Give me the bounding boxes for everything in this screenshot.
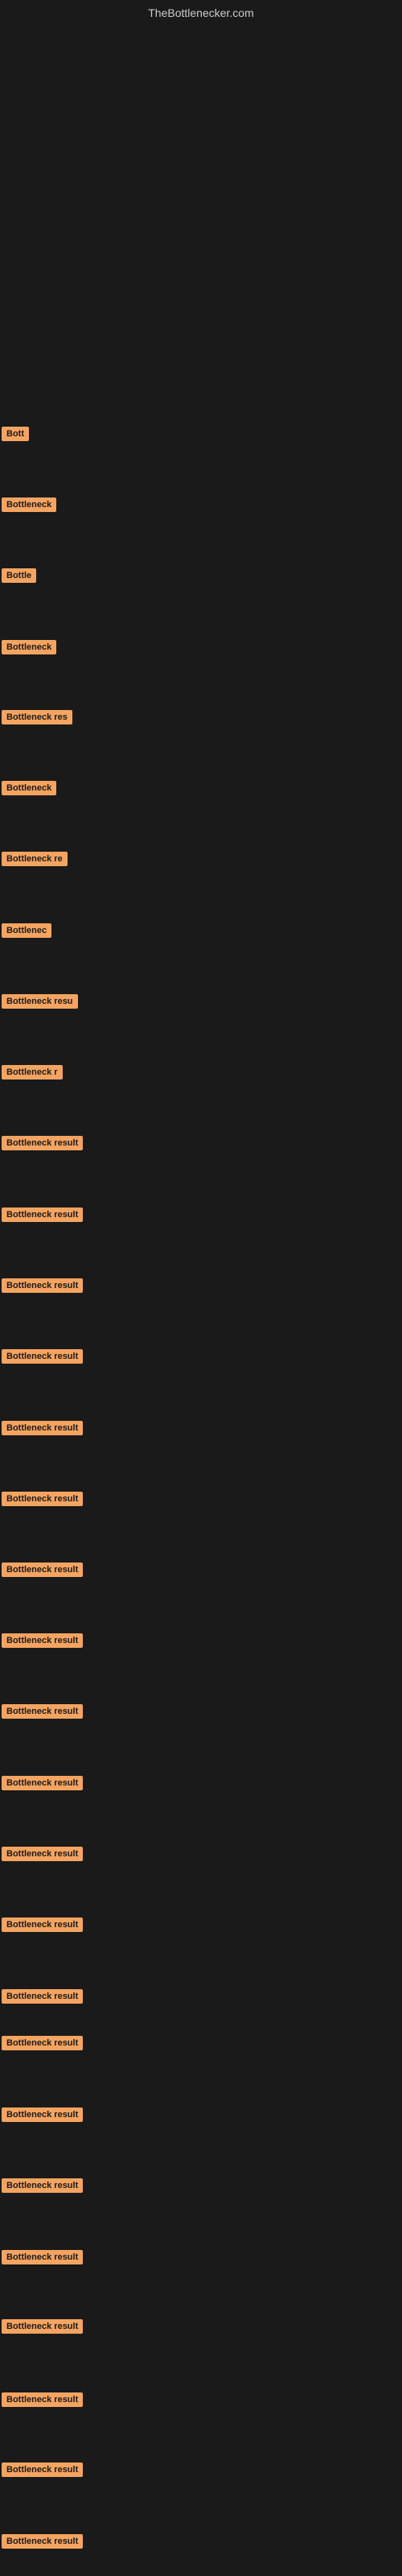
bottleneck-result-badge[interactable]: Bottleneck result <box>2 2392 83 2407</box>
bottleneck-result-badge[interactable]: Bottleneck <box>2 781 56 795</box>
bottleneck-badge-row: Bottleneck result <box>2 1563 83 1581</box>
bottleneck-result-badge[interactable]: Bottleneck result <box>2 1208 83 1222</box>
bottleneck-result-badge[interactable]: Bottleneck result <box>2 2107 83 2122</box>
bottleneck-result-badge[interactable]: Bottleneck result <box>2 2319 83 2334</box>
bottleneck-result-badge[interactable]: Bottleneck result <box>2 1136 83 1150</box>
bottleneck-badge-row: Bottleneck result <box>2 1776 83 1794</box>
bottleneck-result-badge[interactable]: Bottleneck resu <box>2 994 78 1009</box>
bottleneck-result-badge[interactable]: Bottleneck result <box>2 2250 83 2264</box>
bottleneck-result-badge[interactable]: Bottleneck result <box>2 1633 83 1648</box>
bottleneck-badge-row: Bottleneck result <box>2 1349 83 1368</box>
bottleneck-badge-row: Bottleneck res <box>2 710 72 729</box>
bottleneck-badge-row: Bottleneck result <box>2 2036 83 2054</box>
bottleneck-result-badge[interactable]: Bottleneck <box>2 497 56 512</box>
bottleneck-badge-row: Bott <box>2 427 29 445</box>
bottleneck-result-badge[interactable]: Bottlenec <box>2 923 51 938</box>
bottleneck-result-badge[interactable]: Bott <box>2 427 29 441</box>
bottleneck-badge-row: Bottleneck result <box>2 1208 83 1226</box>
bottleneck-badge-row: Bottleneck result <box>2 1136 83 1154</box>
bottleneck-result-badge[interactable]: Bottleneck result <box>2 1349 83 1364</box>
bottleneck-badge-row: Bottleneck result <box>2 2107 83 2126</box>
bottleneck-badge-row: Bottleneck re <box>2 852 68 870</box>
bottleneck-result-badge[interactable]: Bottleneck result <box>2 2036 83 2050</box>
bottleneck-badge-row: Bottlenec <box>2 923 51 942</box>
bottleneck-badge-row: Bottleneck result <box>2 1421 83 1439</box>
bottleneck-badge-row: Bottle <box>2 568 36 587</box>
bottleneck-badge-row: Bottleneck result <box>2 1989 83 2008</box>
bottleneck-badge-row: Bottleneck result <box>2 2462 83 2481</box>
bottleneck-result-badge[interactable]: Bottleneck result <box>2 1989 83 2004</box>
site-title: TheBottlenecker.com <box>148 6 254 19</box>
bottleneck-result-badge[interactable]: Bottleneck result <box>2 1492 83 1506</box>
bottleneck-result-badge[interactable]: Bottleneck res <box>2 710 72 724</box>
bottleneck-badge-row: Bottleneck resu <box>2 994 78 1013</box>
bottleneck-badge-row: Bottleneck result <box>2 2319 83 2338</box>
bottleneck-result-badge[interactable]: Bottleneck result <box>2 2534 83 2549</box>
bottleneck-badge-row: Bottleneck r <box>2 1065 63 1084</box>
bottleneck-result-badge[interactable]: Bottleneck result <box>2 1847 83 1861</box>
bottleneck-result-badge[interactable]: Bottleneck result <box>2 1278 83 1293</box>
bottleneck-result-badge[interactable]: Bottleneck result <box>2 1918 83 1932</box>
bottleneck-badge-row: Bottleneck result <box>2 2534 83 2553</box>
bottleneck-badge-row: Bottleneck result <box>2 1918 83 1936</box>
bottleneck-badge-row: Bottleneck result <box>2 1278 83 1297</box>
bottleneck-badge-row: Bottleneck result <box>2 2178 83 2197</box>
bottleneck-result-badge[interactable]: Bottleneck result <box>2 1704 83 1719</box>
bottleneck-result-badge[interactable]: Bottle <box>2 568 36 583</box>
bottleneck-badge-row: Bottleneck result <box>2 1633 83 1652</box>
bottleneck-badge-row: Bottleneck <box>2 640 56 658</box>
bottleneck-result-badge[interactable]: Bottleneck result <box>2 1421 83 1435</box>
bottleneck-badge-row: Bottleneck result <box>2 1847 83 1865</box>
bottleneck-result-badge[interactable]: Bottleneck <box>2 640 56 654</box>
bottleneck-badge-row: Bottleneck result <box>2 1704 83 1723</box>
bottleneck-badge-row: Bottleneck <box>2 497 56 516</box>
bottleneck-result-badge[interactable]: Bottleneck result <box>2 1563 83 1577</box>
bottleneck-result-badge[interactable]: Bottleneck r <box>2 1065 63 1080</box>
bottleneck-result-badge[interactable]: Bottleneck result <box>2 2178 83 2193</box>
bottleneck-badge-row: Bottleneck result <box>2 2250 83 2268</box>
bottleneck-badge-row: Bottleneck <box>2 781 56 799</box>
bottleneck-result-badge[interactable]: Bottleneck result <box>2 2462 83 2477</box>
bottleneck-badge-row: Bottleneck result <box>2 1492 83 1510</box>
bottleneck-result-badge[interactable]: Bottleneck result <box>2 1776 83 1790</box>
bottleneck-badge-row: Bottleneck result <box>2 2392 83 2411</box>
bottleneck-result-badge[interactable]: Bottleneck re <box>2 852 68 866</box>
